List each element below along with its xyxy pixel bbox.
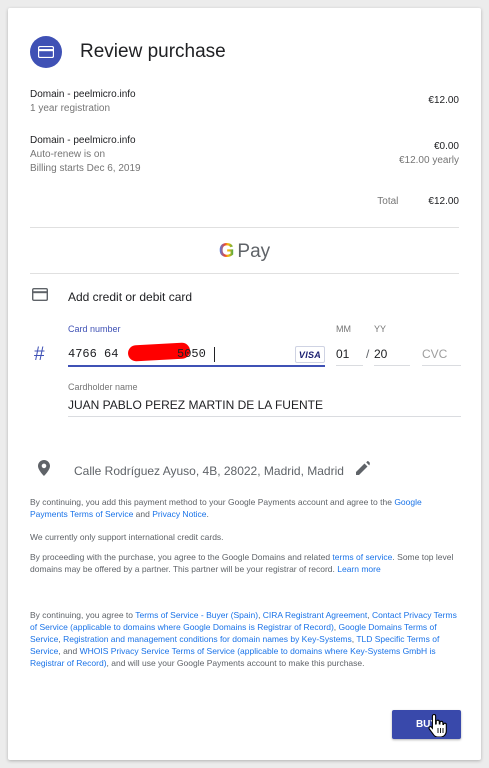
total-value: €12.00 — [428, 196, 459, 207]
legal-text: By continuing, you add this payment meth… — [30, 497, 395, 507]
legal-text: and — [133, 509, 153, 519]
gpay-g: G — [218, 240, 235, 262]
yy-value: 20 — [374, 347, 388, 361]
item-name: Domain - peelmicro.info — [30, 89, 136, 100]
legal-agreements: By continuing, you agree to Terms of Ser… — [30, 609, 459, 669]
item-price: €12.00 — [428, 95, 459, 106]
mm-underline — [336, 365, 363, 366]
legal-card-support: We currently only support international … — [30, 532, 224, 542]
legal-purchase-notice: By proceeding with the purchase, you agr… — [30, 551, 459, 575]
credit-card-icon — [30, 36, 62, 68]
add-card-label: Add credit or debit card — [68, 290, 193, 304]
learn-more-link[interactable]: Learn more — [337, 564, 380, 574]
legal-text: By proceeding with the purchase, you agr… — [30, 552, 333, 562]
key-systems-conditions-link[interactable]: Registration and management conditions f… — [63, 634, 352, 644]
legal-payment-notice: By continuing, you add this payment meth… — [30, 496, 459, 520]
cardholder-underline — [68, 416, 461, 417]
hand-cursor-icon — [428, 713, 448, 742]
divider — [30, 227, 459, 228]
billing-address: Calle Rodríguez Ayuso, 4B, 28022, Madrid… — [74, 463, 344, 478]
privacy-notice-link[interactable]: Privacy Notice — [152, 509, 206, 519]
legal-text: By continuing, you agree to — [30, 610, 136, 620]
purchase-dialog: Review purchase Domain - peelmicro.info … — [8, 8, 481, 760]
item-sub: Auto-renew is on — [30, 149, 106, 160]
page-title: Review purchase — [80, 41, 226, 62]
cira-agreement-link[interactable]: CIRA Registrant Agreement — [263, 610, 367, 620]
add-card-row: Add credit or debit card — [31, 287, 193, 306]
billing-address-row: Calle Rodríguez Ayuso, 4B, 28022, Madrid… — [38, 460, 451, 481]
card-number-start: 4766 64 — [68, 347, 119, 361]
total-row: Total €12.00 — [377, 196, 459, 207]
hash-icon: # — [34, 344, 45, 365]
location-pin-icon — [38, 460, 50, 481]
item-price: €0.00 — [433, 141, 459, 152]
card-number-label: Card number — [68, 324, 121, 334]
item-price-block: €0.00 €12.00 yearly — [399, 140, 459, 168]
cvc-underline — [422, 365, 461, 366]
cvc-placeholder: CVC — [422, 347, 448, 361]
visa-icon: VISA — [295, 346, 325, 363]
legal-text: , and will use your Google Payments acco… — [106, 658, 365, 668]
item-name: Domain - peelmicro.info — [30, 135, 136, 146]
yy-label: YY — [374, 324, 387, 334]
buyer-tos-link[interactable]: Terms of Service - Buyer (Spain) — [135, 610, 258, 620]
total-label: Total — [377, 196, 399, 207]
buy-button[interactable]: BUY — [392, 710, 461, 739]
card-number-end: 5050 — [177, 347, 206, 361]
mm-label: MM — [336, 324, 351, 334]
text-caret — [214, 347, 215, 362]
item-billing-start: Billing starts Dec 6, 2019 — [30, 163, 141, 174]
edit-address-icon[interactable] — [355, 461, 370, 480]
card-icon — [31, 287, 49, 306]
legal-text: . — [206, 509, 209, 519]
dialog-header: Review purchase — [30, 36, 226, 68]
line-item: Domain - peelmicro.info Auto-renew is on… — [30, 134, 459, 176]
gpay-pay: Pay — [237, 240, 271, 262]
card-number-underline — [68, 365, 325, 367]
cardholder-value: JUAN PABLO PEREZ MARTIN DE LA FUENTE — [68, 398, 323, 412]
divider — [30, 273, 459, 274]
line-item: Domain - peelmicro.info 1 year registrat… — [30, 88, 459, 116]
mm-value: 01 — [336, 347, 350, 361]
cardholder-label: Cardholder name — [68, 382, 138, 392]
expiry-slash: / — [366, 347, 370, 361]
gpay-logo: G Pay — [8, 240, 481, 263]
item-price-yearly: €12.00 yearly — [398, 155, 459, 166]
yy-underline — [374, 365, 410, 366]
terms-of-service-link[interactable]: terms of service — [332, 552, 392, 562]
legal-text: , and — [58, 646, 80, 656]
item-sub: 1 year registration — [30, 103, 111, 114]
